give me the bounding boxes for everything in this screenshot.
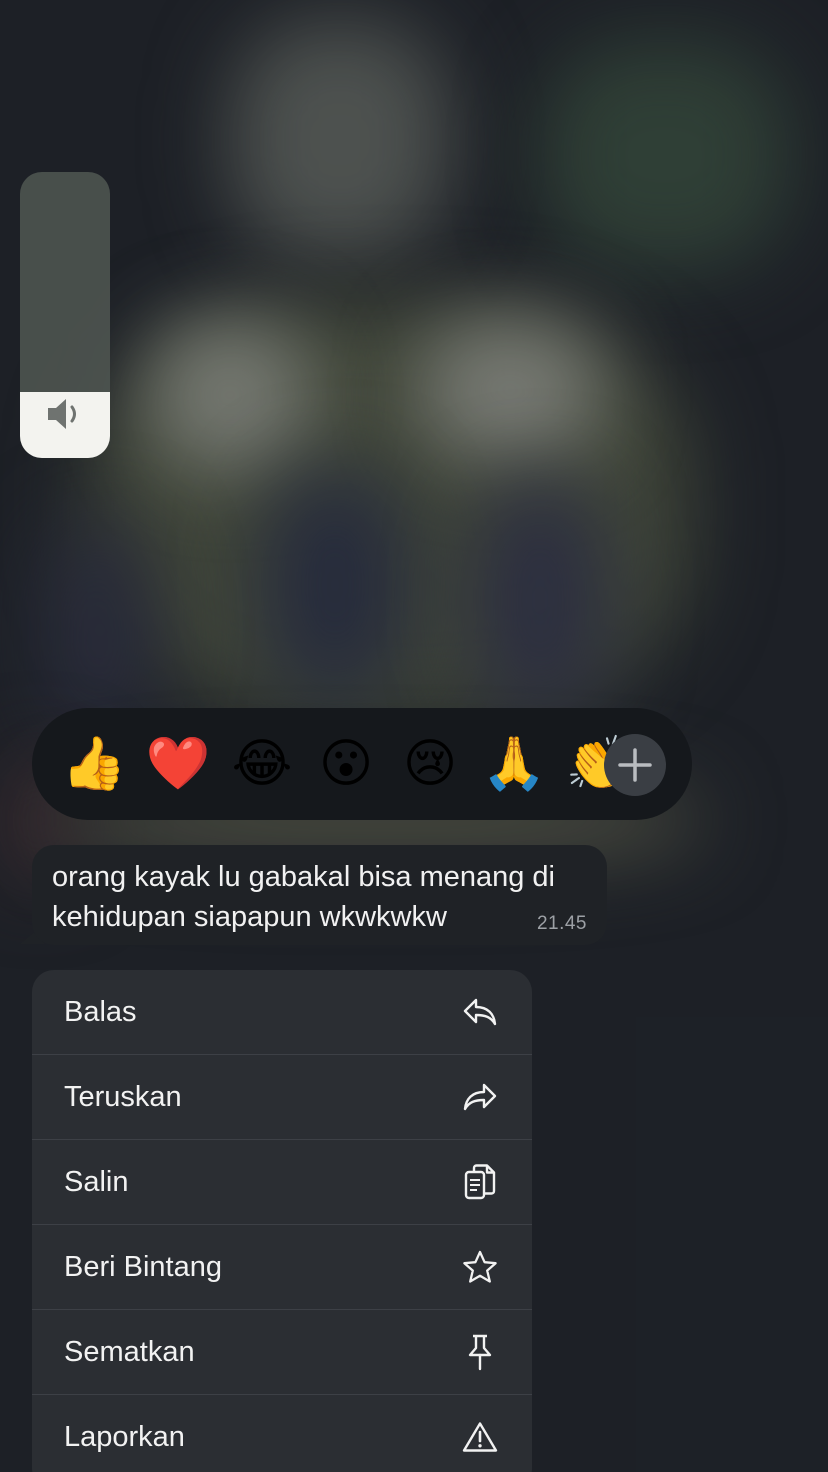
pin-icon — [460, 1332, 500, 1372]
folded-hands-emoji[interactable]: 🙏 — [472, 722, 556, 806]
menu-item-reply[interactable]: Balas — [32, 970, 532, 1055]
menu-item-label: Sematkan — [64, 1335, 195, 1368]
menu-item-forward[interactable]: Teruskan — [32, 1055, 532, 1140]
reply-icon — [460, 992, 500, 1032]
message-timestamp: 21.45 — [536, 913, 587, 934]
crying-emoji[interactable]: 😢 — [388, 722, 472, 806]
menu-item-label: Laporkan — [64, 1420, 185, 1453]
menu-item-label: Beri Bintang — [64, 1250, 222, 1283]
menu-item-report[interactable]: Laporkan — [32, 1395, 532, 1472]
reaction-bar: 👍 ❤️ 😂 😮 😢 🙏 👏 — [32, 708, 692, 820]
speaker-icon — [20, 396, 110, 432]
menu-item-copy[interactable]: Salin — [32, 1140, 532, 1225]
copy-icon — [460, 1162, 500, 1202]
tears-of-joy-emoji[interactable]: 😂 — [220, 722, 304, 806]
forward-icon — [460, 1077, 500, 1117]
message-text: orang kayak lu gabakal bisa menang di ke… — [52, 861, 555, 933]
thumbs-up-emoji[interactable]: 👍 — [52, 722, 136, 806]
menu-item-label: Teruskan — [64, 1080, 182, 1113]
message-context-menu: Balas Teruskan Salin Beri Bintang Sematk… — [32, 970, 532, 1472]
volume-slider[interactable] — [20, 172, 110, 458]
red-heart-emoji[interactable]: ❤️ — [136, 722, 220, 806]
menu-item-star[interactable]: Beri Bintang — [32, 1225, 532, 1310]
menu-item-label: Salin — [64, 1165, 129, 1198]
message-bubble[interactable]: orang kayak lu gabakal bisa menang di ke… — [32, 845, 607, 945]
more-reactions-button[interactable] — [604, 734, 666, 796]
warning-icon — [460, 1417, 500, 1457]
menu-item-pin[interactable]: Sematkan — [32, 1310, 532, 1395]
star-icon — [460, 1247, 500, 1287]
surprised-emoji[interactable]: 😮 — [304, 722, 388, 806]
chat-screen: 👍 ❤️ 😂 😮 😢 🙏 👏 orang kayak lu gabakal bi… — [0, 0, 828, 1472]
menu-item-label: Balas — [64, 995, 137, 1028]
plus-icon — [618, 748, 652, 782]
